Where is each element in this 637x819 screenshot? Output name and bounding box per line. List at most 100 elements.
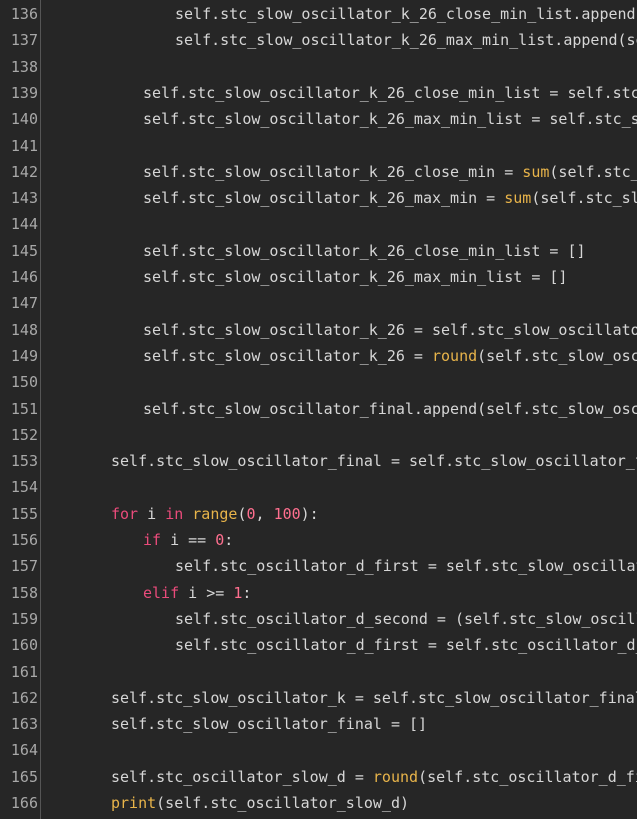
line-number: 137 xyxy=(10,31,38,50)
code-line[interactable]: self.stc_slow_oscillator_k_26_max_min = … xyxy=(47,185,637,211)
code-token-plain: : xyxy=(224,531,234,549)
code-token-plain: self.stc_slow_oscillator_k_26_max_min_li… xyxy=(143,268,568,286)
code-line[interactable]: if i == 0: xyxy=(47,527,233,553)
line-number: 143 xyxy=(10,189,38,208)
code-line[interactable]: for i in range(0, 100): xyxy=(47,501,319,527)
code-token-plain: ): xyxy=(300,504,319,523)
code-token-plain: self.stc_slow_oscillator_k_26_max_min_li… xyxy=(143,110,637,129)
code-token-builtin: round xyxy=(431,346,478,365)
line-number: 165 xyxy=(10,767,38,786)
line-number: 142 xyxy=(10,162,38,181)
code-line[interactable]: self.stc_oscillator_d_second = (self.stc… xyxy=(47,606,637,632)
code-token-builtin: sum xyxy=(522,162,550,181)
code-line[interactable]: self.stc_slow_oscillator_k_26_close_min … xyxy=(47,159,637,185)
line-number: 158 xyxy=(10,583,38,602)
code-token-plain: self.stc_slow_oscillator_k_26_close_min_… xyxy=(143,241,586,260)
code-token-keyword: if xyxy=(143,531,162,549)
code-line[interactable]: self.stc_slow_oscillator_k_26_max_min_li… xyxy=(47,106,637,132)
code-token-plain: i == xyxy=(161,531,216,549)
code-token-number: 1 xyxy=(233,583,243,602)
code-token-keyword: elif xyxy=(143,583,180,602)
code-token-number: 100 xyxy=(273,504,301,523)
line-number: 149 xyxy=(10,346,38,365)
code-editor[interactable]: 136 137 138 139 140 141 142 143 144 145 146 147 148 1… xyxy=(0,0,637,819)
code-token-builtin: round xyxy=(372,767,419,786)
line-number: 150 xyxy=(10,373,38,392)
line-number: 161 xyxy=(10,662,38,681)
line-number-gutter: 136 137 138 139 140 141 142 143 144 145 146 147 148 1… xyxy=(0,0,41,819)
code-token-plain: self.stc_slow_oscillator_final.append(se… xyxy=(143,399,637,418)
code-line[interactable]: self.stc_slow_oscillator_final = self.st… xyxy=(47,448,637,474)
code-token-plain: self.stc_slow_oscillator_final = [] xyxy=(111,715,428,734)
code-token-plain: self.stc_slow_oscillator_final = self.st… xyxy=(111,452,637,471)
code-token-plain: i >= xyxy=(179,583,234,602)
code-token-plain: self.stc_slow_oscillator_k_26_max_min = xyxy=(143,189,505,208)
line-number: 136 xyxy=(10,5,38,23)
code-token-plain: (self.stc_slow_oscillator xyxy=(477,346,637,365)
line-number: 151 xyxy=(10,399,38,418)
code-line[interactable]: self.stc_slow_oscillator_k_26_max_min_li… xyxy=(47,264,567,290)
code-line[interactable]: self.stc_slow_oscillator_k_26_close_min_… xyxy=(47,1,637,27)
code-token-plain: self.stc_slow_oscillator_k_26_close_min … xyxy=(143,162,523,181)
code-line[interactable]: elif i >= 1: xyxy=(47,580,251,606)
line-number: 144 xyxy=(10,215,38,234)
code-token-plain: : xyxy=(242,583,252,602)
code-token-plain: (self.stc_slow_os xyxy=(549,162,637,181)
line-number: 145 xyxy=(10,241,38,260)
code-line[interactable]: self.stc_oscillator_d_first = self.stc_s… xyxy=(47,553,637,579)
code-token-number: 0 xyxy=(246,504,256,523)
line-number: 148 xyxy=(10,320,38,339)
code-token-plain: self.stc_slow_oscillator_k_26_close_min_… xyxy=(175,5,637,23)
code-line[interactable]: self.stc_slow_oscillator_k = self.stc_sl… xyxy=(47,685,637,711)
line-number: 166 xyxy=(10,794,38,812)
code-line[interactable]: self.stc_slow_oscillator_k_26_max_min_li… xyxy=(47,27,637,53)
line-number: 157 xyxy=(10,557,38,576)
code-token-plain: self.stc_slow_oscillator_k = self.stc_sl… xyxy=(111,688,637,707)
code-token-plain: self.stc_oscillator_d_first = self.stc_s… xyxy=(175,557,637,576)
code-token-plain: self.stc_slow_oscillator_k_26_max_min_li… xyxy=(175,31,637,50)
line-number: 159 xyxy=(10,609,38,628)
code-token-plain: , xyxy=(255,504,274,523)
line-number: 163 xyxy=(10,715,38,734)
line-number: 154 xyxy=(10,478,38,497)
code-token-plain: (self.stc_oscillator_slow_d) xyxy=(156,794,410,812)
code-token-plain: self.stc_oscillator_slow_d = xyxy=(111,767,373,786)
code-line[interactable]: self.stc_oscillator_d_first = self.stc_o… xyxy=(47,632,637,658)
code-token-builtin: sum xyxy=(504,189,532,208)
code-token-plain: (self.stc_oscillator_d_first, xyxy=(418,767,637,786)
line-number: 139 xyxy=(10,83,38,102)
code-area[interactable]: self.stc_slow_oscillator_k_26_close_min_… xyxy=(41,0,637,819)
line-number: 156 xyxy=(10,531,38,549)
line-number: 146 xyxy=(10,268,38,286)
line-number: 155 xyxy=(10,504,38,523)
code-line[interactable]: self.stc_slow_oscillator_k_26_close_min_… xyxy=(47,80,637,106)
code-token-keyword: for xyxy=(111,504,139,523)
code-token-keyword: in xyxy=(165,504,184,523)
code-token-builtin: print xyxy=(111,794,157,812)
code-line[interactable]: self.stc_slow_oscillator_final.append(se… xyxy=(47,396,637,422)
code-token-plain: i xyxy=(138,504,166,523)
code-token-plain: (self.stc_slow_osci xyxy=(531,189,637,208)
code-token-plain: self.stc_slow_oscillator_k_26_close_min_… xyxy=(143,83,637,102)
line-number: 152 xyxy=(10,425,38,444)
line-number: 164 xyxy=(10,741,38,760)
line-number: 138 xyxy=(10,57,38,76)
code-token-plain: self.stc_oscillator_d_second = (self.stc… xyxy=(175,609,637,628)
code-token-number: 0 xyxy=(215,531,225,549)
line-number: 162 xyxy=(10,688,38,707)
line-number: 140 xyxy=(10,110,38,129)
code-token-plain: self.stc_slow_oscillator_k_26 = xyxy=(143,346,432,365)
line-number: 141 xyxy=(10,136,38,155)
code-line[interactable]: self.stc_oscillator_slow_d = round(self.… xyxy=(47,764,637,790)
code-line[interactable]: self.stc_slow_oscillator_final = [] xyxy=(47,711,427,737)
code-line[interactable]: self.stc_slow_oscillator_k_26 = round(se… xyxy=(47,343,637,369)
line-number: 147 xyxy=(10,294,38,313)
line-number: 160 xyxy=(10,636,38,655)
code-line[interactable]: print(self.stc_oscillator_slow_d) xyxy=(47,790,409,816)
code-line[interactable]: self.stc_slow_oscillator_k_26 = self.stc… xyxy=(47,317,637,343)
code-token-builtin: range xyxy=(192,504,238,523)
code-token-plain: self.stc_oscillator_d_first = self.stc_o… xyxy=(175,636,637,655)
code-line[interactable]: self.stc_slow_oscillator_k_26_close_min_… xyxy=(47,238,586,264)
code-token-plain: self.stc_slow_oscillator_k_26 = self.stc… xyxy=(143,320,637,339)
